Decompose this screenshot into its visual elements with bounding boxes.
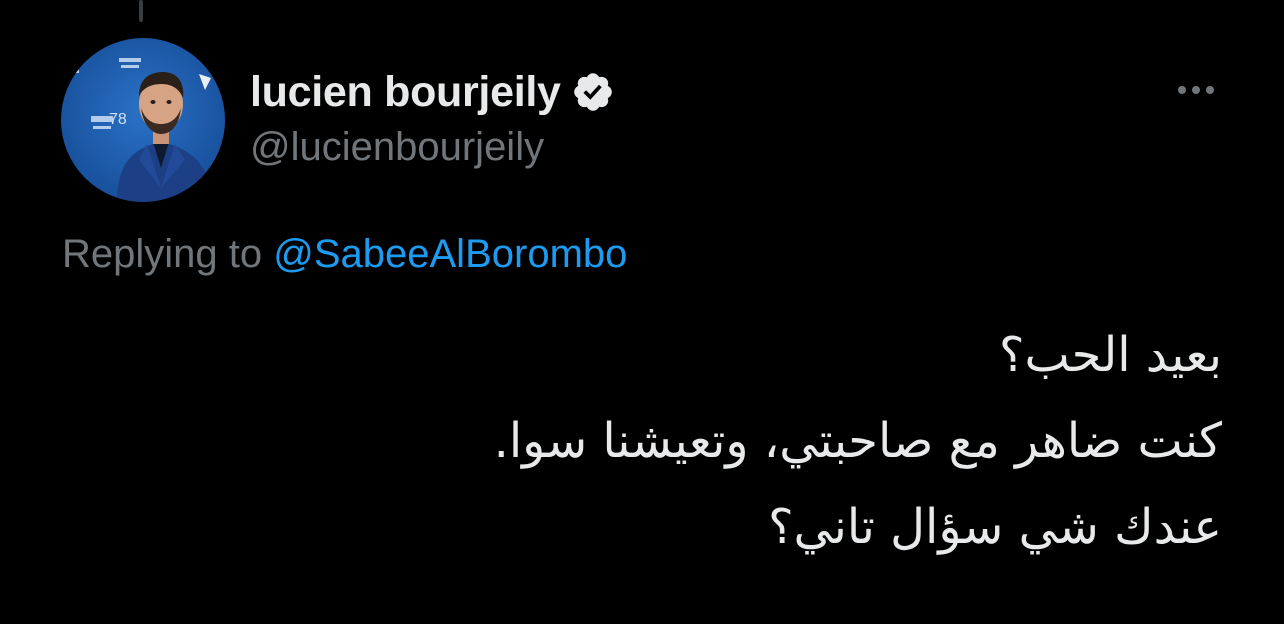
tweet-text: بعيد الحب؟ كنت ضاهر مع صاحبتي، وتعيشنا س… [222,312,1222,570]
replying-to-prefix: Replying to [62,232,274,276]
verified-badge-icon [571,70,615,114]
author-handle[interactable]: @lucienbourjeily [250,127,544,167]
more-dot [1192,86,1200,94]
backdrop-text: 78 [109,111,127,128]
avatar[interactable]: 78 [61,38,225,202]
author-name-row: lucien bourjeily [250,64,615,120]
more-dot [1206,86,1214,94]
replying-to-line: Replying to @SabeeAlBorombo [62,232,627,276]
tweet-text-line: بعيد الحب؟ [998,327,1222,383]
replying-to-mention-link[interactable]: @SabeeAlBorombo [273,232,627,276]
tweet-view: 78 lucien bourjeily @lucienbourjeily Rep… [0,0,1284,624]
more-dot [1178,86,1186,94]
avatar-photo: 78 [61,38,225,202]
tweet-text-line: عندك شي سؤال تاني؟ [768,499,1222,555]
more-horizontal-icon[interactable] [1172,74,1220,106]
thread-connector-line [139,0,143,22]
author-display-name[interactable]: lucien bourjeily [250,70,561,114]
tweet-text-line: كنت ضاهر مع صاحبتي، وتعيشنا سوا. [493,413,1222,469]
